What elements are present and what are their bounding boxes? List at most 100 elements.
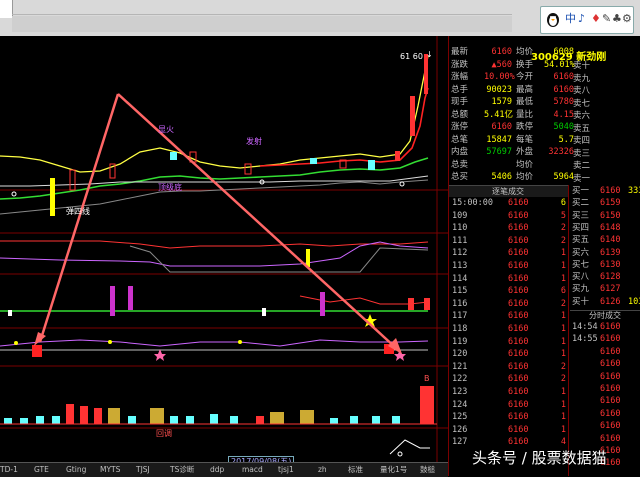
tab-10[interactable]: 标准 (348, 464, 363, 476)
tick-price: 6160 (508, 374, 529, 385)
fen-price: 6160 (600, 346, 621, 357)
quote-value-2: 5964 (553, 172, 574, 182)
tab-1[interactable]: GTE (34, 464, 49, 476)
sell-level-label: 卖九 (573, 73, 591, 84)
fen-header: 分时成交 (570, 310, 640, 321)
tick-time: 114 (452, 273, 468, 284)
sell-level-label: 卖三 (573, 148, 591, 159)
tab-9[interactable]: zh (318, 464, 327, 476)
tick-volume: 1 (560, 424, 566, 435)
tick-price: 6160 (508, 273, 529, 284)
down-arrow-mark: ↓ (426, 50, 433, 59)
quote-row: 总手 90023 最高 6160 (448, 84, 640, 96)
sell-level-label: 卖五 (573, 123, 591, 134)
tab-11[interactable]: 量化1号 (380, 464, 407, 476)
tab-4[interactable]: TJSJ (136, 464, 150, 476)
quote-label-2: 外盘 (516, 147, 534, 157)
tick-row: 126 6160 1 (448, 424, 568, 436)
top-toolbar: 中 ♪ ♦ ✎ ♣ ⚙ (0, 0, 640, 36)
tick-price: 6160 (508, 198, 529, 208)
order-row: 买八 6128 (570, 271, 640, 283)
quote-panel: 最新 6160 均价 6008 涨跌 ▲560 换手 54.01% 涨幅 10.00% 今开 6160… (448, 46, 640, 186)
fen-price: 6160 (600, 322, 621, 332)
tick-volume: 1 (560, 324, 566, 334)
order-price: 6139 (600, 247, 621, 258)
quote-label: 涨跌 (451, 59, 469, 70)
volume-b-label: B (424, 374, 430, 383)
quote-value-2: 5780 (553, 97, 574, 107)
qq-label-5[interactable]: ♣ (612, 12, 622, 26)
quote-value: 10.00% (484, 72, 515, 82)
order-label: 买三 (572, 210, 590, 221)
order-price: 6159 (600, 198, 621, 209)
quote-value-2: 5.7 (558, 134, 574, 145)
quote-value-2: 32326 (548, 147, 574, 157)
quote-label-2: 量比 (516, 109, 534, 120)
tick-price: 6160 (508, 286, 529, 297)
tab-2[interactable]: Gting (66, 464, 86, 476)
tick-time: 109 (452, 210, 468, 221)
order-label: 买十 (572, 296, 590, 307)
order-price: 6160 (600, 186, 621, 196)
quote-label: 总卖 (451, 159, 469, 170)
tab-5[interactable]: TS诊断 (170, 464, 194, 476)
fen-row: 6160 (570, 371, 640, 383)
quote-value: ▲560 (491, 59, 512, 70)
tick-row: 110 6160 2 (448, 222, 568, 234)
order-price: 6148 (600, 222, 621, 233)
tick-row: 115 6160 6 (448, 285, 568, 297)
tab-7[interactable]: macd (242, 464, 263, 476)
quote-label: 最新 (451, 47, 469, 57)
tick-row: 122 6160 2 (448, 373, 568, 385)
tab-6[interactable]: ddp (210, 464, 224, 476)
sell-level-label: 卖四 (573, 136, 591, 146)
order-label: 买二 (572, 198, 590, 209)
kline-chart[interactable]: 61 60 ↓ 显火 发射 顶级底 弹四线 B 回调 (0, 36, 448, 462)
order-row: 买六 6139 (570, 247, 640, 259)
tick-time: 117 (452, 311, 468, 322)
sell-level-label: 卖二 (573, 161, 591, 171)
qq-label-6[interactable]: ⚙ (622, 12, 632, 26)
qq-panel[interactable]: 中 ♪ ♦ ✎ ♣ ⚙ (540, 6, 634, 34)
tick-volume: 1 (560, 311, 566, 322)
indicator-tabs: TD-1 GTE Gting MYTS TJSJ TS诊断 ddp macd tjsj1 zh 标准… (0, 462, 448, 477)
sell-level-label: 卖八 (573, 86, 591, 96)
tick-volume: 1 (560, 412, 566, 423)
order-price: 6140 (600, 235, 621, 246)
tick-row: 113 6160 1 (448, 260, 568, 272)
tab-8[interactable]: tjsj1 (278, 464, 294, 476)
tick-row: 125 6160 1 (448, 411, 568, 423)
penguin-icon[interactable] (544, 10, 562, 32)
volume-bars (0, 386, 437, 425)
tab-0[interactable]: TD-1 (0, 464, 18, 476)
tick-price: 6160 (508, 437, 529, 448)
qq-label-1[interactable]: 中 (565, 12, 576, 26)
quote-label: 涨停 (451, 122, 469, 132)
quote-row: 涨幅 10.00% 今开 6160 (448, 71, 640, 83)
tab-3[interactable]: MYTS (100, 464, 120, 476)
tab-12[interactable]: 鼓槌 (420, 464, 435, 476)
sell-level-label: 卖七 (573, 98, 591, 109)
quote-label-2: 换手 (516, 59, 534, 70)
quote-label-2: 跌停 (516, 122, 534, 132)
tick-time: 118 (452, 324, 468, 334)
tick-price: 6160 (508, 298, 529, 309)
quote-value: 5406 (491, 172, 512, 182)
bottom-panel-label: 回调 (156, 429, 172, 438)
tick-price: 6160 (508, 399, 529, 410)
qq-label-3[interactable]: ♦ (591, 12, 601, 26)
order-row: 买五 6140 (570, 234, 640, 246)
quote-label: 总额 (451, 109, 469, 120)
quote-label: 现手 (451, 97, 469, 107)
separator (448, 36, 449, 476)
qq-label-2[interactable]: ♪ (578, 12, 585, 26)
fen-price: 6160 (600, 408, 621, 419)
qq-label-4[interactable]: ✎ (602, 12, 611, 26)
signal-label-3: 顶级底 (158, 183, 182, 192)
fen-price: 6160 (600, 433, 621, 444)
order-row: 买四 6148 (570, 222, 640, 234)
signal-label-2: 发射 (246, 137, 262, 146)
quote-row: 总笔 15847 每笔 5.7 (448, 134, 640, 146)
order-price: 6127 (600, 284, 621, 295)
tick-price: 6160 (508, 424, 529, 435)
